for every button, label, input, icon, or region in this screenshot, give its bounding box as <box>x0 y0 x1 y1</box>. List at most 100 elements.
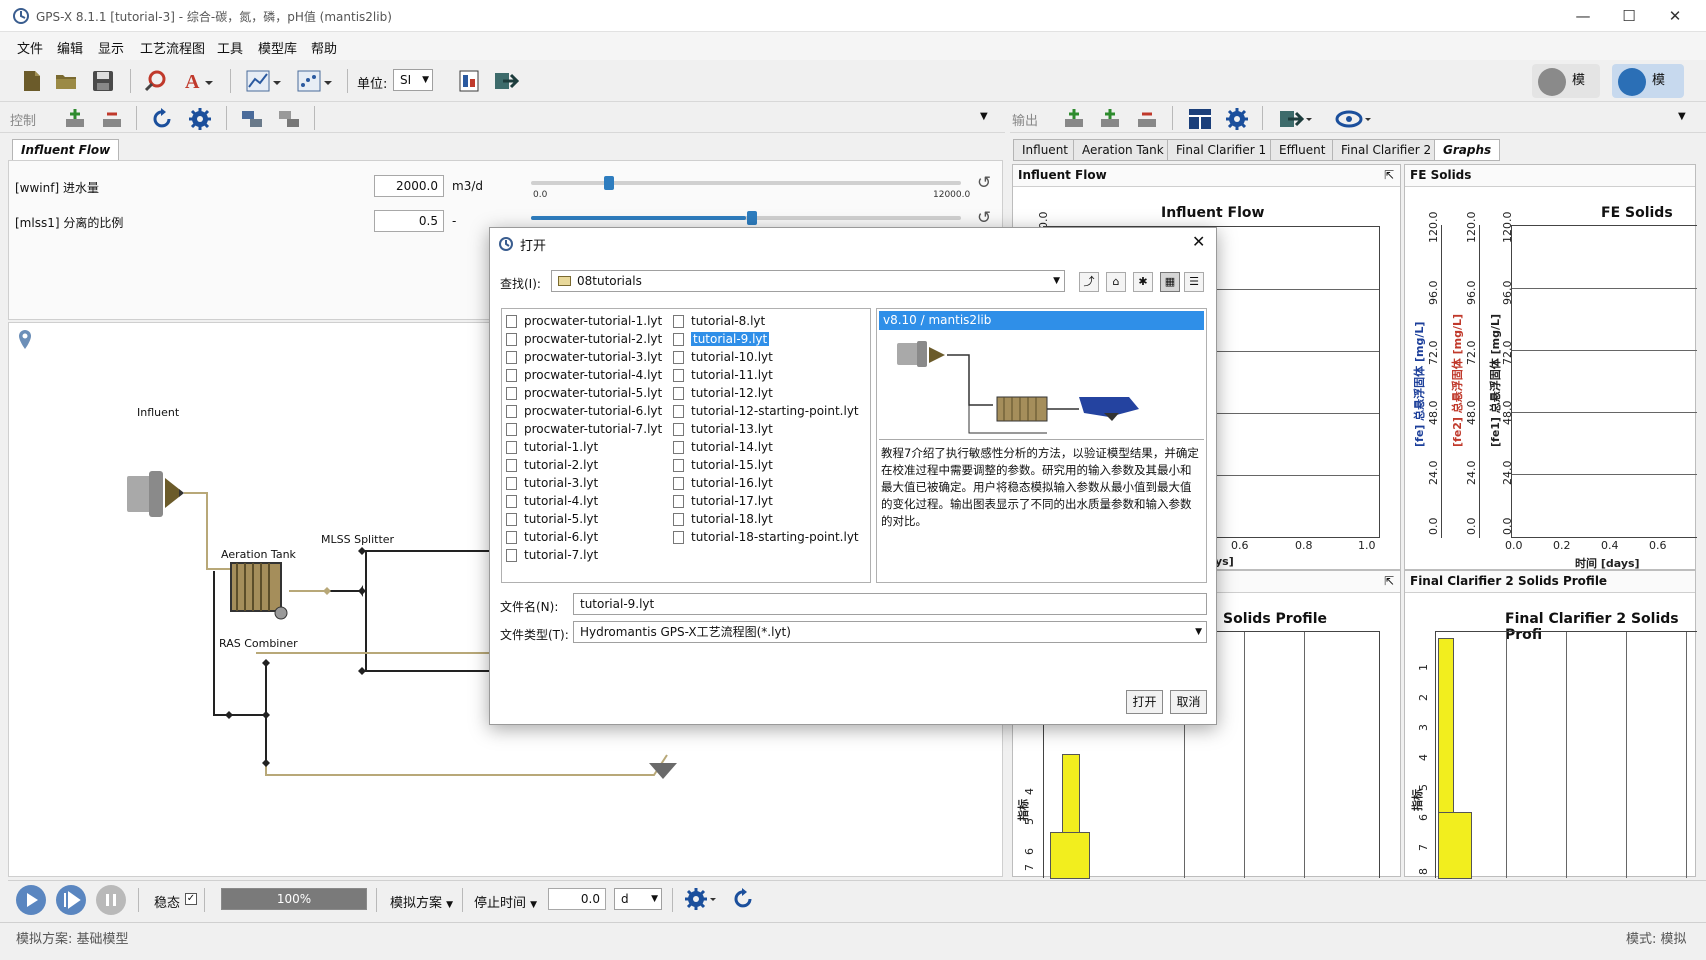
filename-input[interactable]: tutorial-9.lyt <box>573 593 1207 615</box>
file-item[interactable]: procwater-tutorial-5.lyt <box>502 384 662 404</box>
file-list[interactable]: procwater-tutorial-1.lyt procwater-tutor… <box>501 308 871 583</box>
file-item[interactable]: tutorial-6.lyt <box>502 528 598 548</box>
control-unlink-icon[interactable] <box>277 107 301 131</box>
folder-up-icon[interactable]: ⤴ <box>1079 272 1099 292</box>
file-item[interactable]: tutorial-17.lyt <box>669 492 773 512</box>
minimize-icon[interactable]: — <box>1572 6 1594 26</box>
tab-aeration-tank[interactable]: Aeration Tank <box>1073 139 1173 161</box>
file-item[interactable]: tutorial-5.lyt <box>502 510 598 530</box>
close-icon[interactable]: ✕ <box>1664 6 1686 26</box>
wwinf-slider-track[interactable] <box>531 181 961 185</box>
stop-time-input[interactable]: 0.0 <box>548 888 606 910</box>
remove-output-icon[interactable] <box>1135 107 1159 131</box>
popout-icon[interactable]: ⇱ <box>1384 168 1394 182</box>
open-folder-icon[interactable] <box>54 69 78 93</box>
cancel-button[interactable]: 取消 <box>1170 690 1207 714</box>
sim-reset-icon[interactable] <box>732 887 756 911</box>
file-item[interactable]: procwater-tutorial-3.lyt <box>502 348 662 368</box>
step-button[interactable] <box>56 885 86 915</box>
tab-influent-flow[interactable]: Influent Flow <box>12 139 120 161</box>
file-item[interactable]: procwater-tutorial-4.lyt <box>502 366 662 386</box>
file-item[interactable]: tutorial-13.lyt <box>669 420 773 440</box>
file-item[interactable]: tutorial-2.lyt <box>502 456 598 476</box>
file-item[interactable]: tutorial-3.lyt <box>502 474 598 494</box>
wwinf-slider-handle[interactable] <box>604 176 614 190</box>
details-view-icon[interactable]: ☰ <box>1184 272 1204 292</box>
simulation-mode-button[interactable]: 模拟 <box>1612 64 1684 122</box>
list-view-icon[interactable]: ▦ <box>1160 272 1180 292</box>
wwinf-input[interactable]: 2000.0 <box>374 175 444 197</box>
file-item[interactable]: tutorial-8.lyt <box>669 312 765 332</box>
remove-control-icon[interactable] <box>100 107 124 131</box>
file-item-selected[interactable]: tutorial-9.lyt <box>669 330 770 350</box>
tab-graphs[interactable]: Graphs <box>1434 139 1501 161</box>
maximize-icon[interactable]: ☐ <box>1618 6 1640 26</box>
tab-final-clarifier-1[interactable]: Final Clarifier 1 <box>1167 139 1276 161</box>
line-chart-icon[interactable] <box>246 69 281 93</box>
file-item[interactable]: tutorial-1.lyt <box>502 438 598 458</box>
file-item[interactable]: tutorial-16.lyt <box>669 474 773 494</box>
stop-time-unit-select[interactable]: d ▼ <box>614 888 662 910</box>
lookin-select[interactable]: 08tutorials ▼ <box>551 270 1065 292</box>
menu-file[interactable]: 文件 <box>17 38 43 57</box>
find-icon[interactable] <box>144 69 168 93</box>
file-item[interactable]: tutorial-18-starting-point.lyt <box>669 528 859 548</box>
visibility-eye-icon[interactable] <box>1335 107 1371 131</box>
add-output-alt-icon[interactable] <box>1098 107 1122 131</box>
new-file-icon[interactable] <box>20 69 44 93</box>
report-icon[interactable] <box>457 69 481 93</box>
dialog-close-icon[interactable]: ✕ <box>1192 232 1205 251</box>
tab-influent[interactable]: Influent <box>1013 139 1078 161</box>
play-button[interactable] <box>16 885 46 915</box>
add-output-icon[interactable] <box>1062 107 1086 131</box>
scatter-chart-icon[interactable] <box>297 69 332 93</box>
control-link-icon[interactable] <box>240 107 264 131</box>
file-item[interactable]: procwater-tutorial-1.lyt <box>502 312 662 332</box>
control-menu-chevron-icon[interactable]: ▼ <box>980 111 988 122</box>
menu-view[interactable]: 显示 <box>98 38 124 57</box>
menu-edit[interactable]: 编辑 <box>57 38 83 57</box>
font-color-icon[interactable]: A <box>183 69 213 93</box>
stop-time-menu[interactable]: 停止时间 ▼ <box>474 892 537 911</box>
output-export-icon[interactable] <box>1278 107 1312 131</box>
menu-process-flow[interactable]: 工艺流程图 <box>140 38 205 57</box>
mlss1-slider-handle[interactable] <box>747 211 757 225</box>
tab-effluent[interactable]: Effluent <box>1270 139 1335 161</box>
output-menu-chevron-icon[interactable]: ▼ <box>1678 111 1686 122</box>
file-item[interactable]: tutorial-12.lyt <box>669 384 773 404</box>
output-settings-gear-icon[interactable] <box>1225 107 1249 131</box>
file-item[interactable]: procwater-tutorial-2.lyt <box>502 330 662 350</box>
file-item[interactable]: tutorial-10.lyt <box>669 348 773 368</box>
file-item[interactable]: tutorial-18.lyt <box>669 510 773 530</box>
menu-help[interactable]: 帮助 <box>311 38 337 57</box>
steady-state-checkbox[interactable]: ✓ <box>185 893 197 905</box>
wwinf-reset-icon[interactable]: ↺ <box>977 173 991 193</box>
new-folder-icon[interactable]: ✱ <box>1133 272 1153 292</box>
export-icon[interactable] <box>493 69 520 93</box>
file-item[interactable]: tutorial-4.lyt <box>502 492 598 512</box>
home-icon[interactable]: ⌂ <box>1106 272 1126 292</box>
open-button[interactable]: 打开 <box>1126 690 1163 714</box>
menu-model-library[interactable]: 模型库 <box>258 38 297 57</box>
scenario-menu[interactable]: 模拟方案 ▼ <box>390 892 453 911</box>
file-item[interactable]: tutorial-15.lyt <box>669 456 773 476</box>
file-item[interactable]: tutorial-12-starting-point.lyt <box>669 402 859 422</box>
file-item[interactable]: tutorial-7.lyt <box>502 546 598 566</box>
gear-icon[interactable] <box>188 107 212 131</box>
add-control-icon[interactable] <box>63 107 87 131</box>
unit-select[interactable]: SI ▼ <box>393 69 433 91</box>
file-item[interactable]: procwater-tutorial-7.lyt <box>502 420 662 440</box>
menu-tools[interactable]: 工具 <box>217 38 243 57</box>
filetype-select[interactable]: Hydromantis GPS-X工艺流程图(*.lyt) ▼ <box>573 621 1207 643</box>
sim-settings-gear-icon[interactable] <box>684 887 716 911</box>
mlss1-input[interactable]: 0.5 <box>374 210 444 232</box>
layout-grid-icon[interactable] <box>1188 107 1212 131</box>
tab-final-clarifier-2[interactable]: Final Clarifier 2 <box>1332 139 1441 161</box>
popout-icon[interactable]: ⇱ <box>1384 574 1394 588</box>
file-item[interactable]: tutorial-14.lyt <box>669 438 773 458</box>
reset-icon[interactable] <box>151 107 175 131</box>
model-mode-button[interactable]: 模型 <box>1532 64 1600 122</box>
file-item[interactable]: tutorial-11.lyt <box>669 366 773 386</box>
save-icon[interactable] <box>91 69 115 93</box>
file-item[interactable]: procwater-tutorial-6.lyt <box>502 402 662 422</box>
